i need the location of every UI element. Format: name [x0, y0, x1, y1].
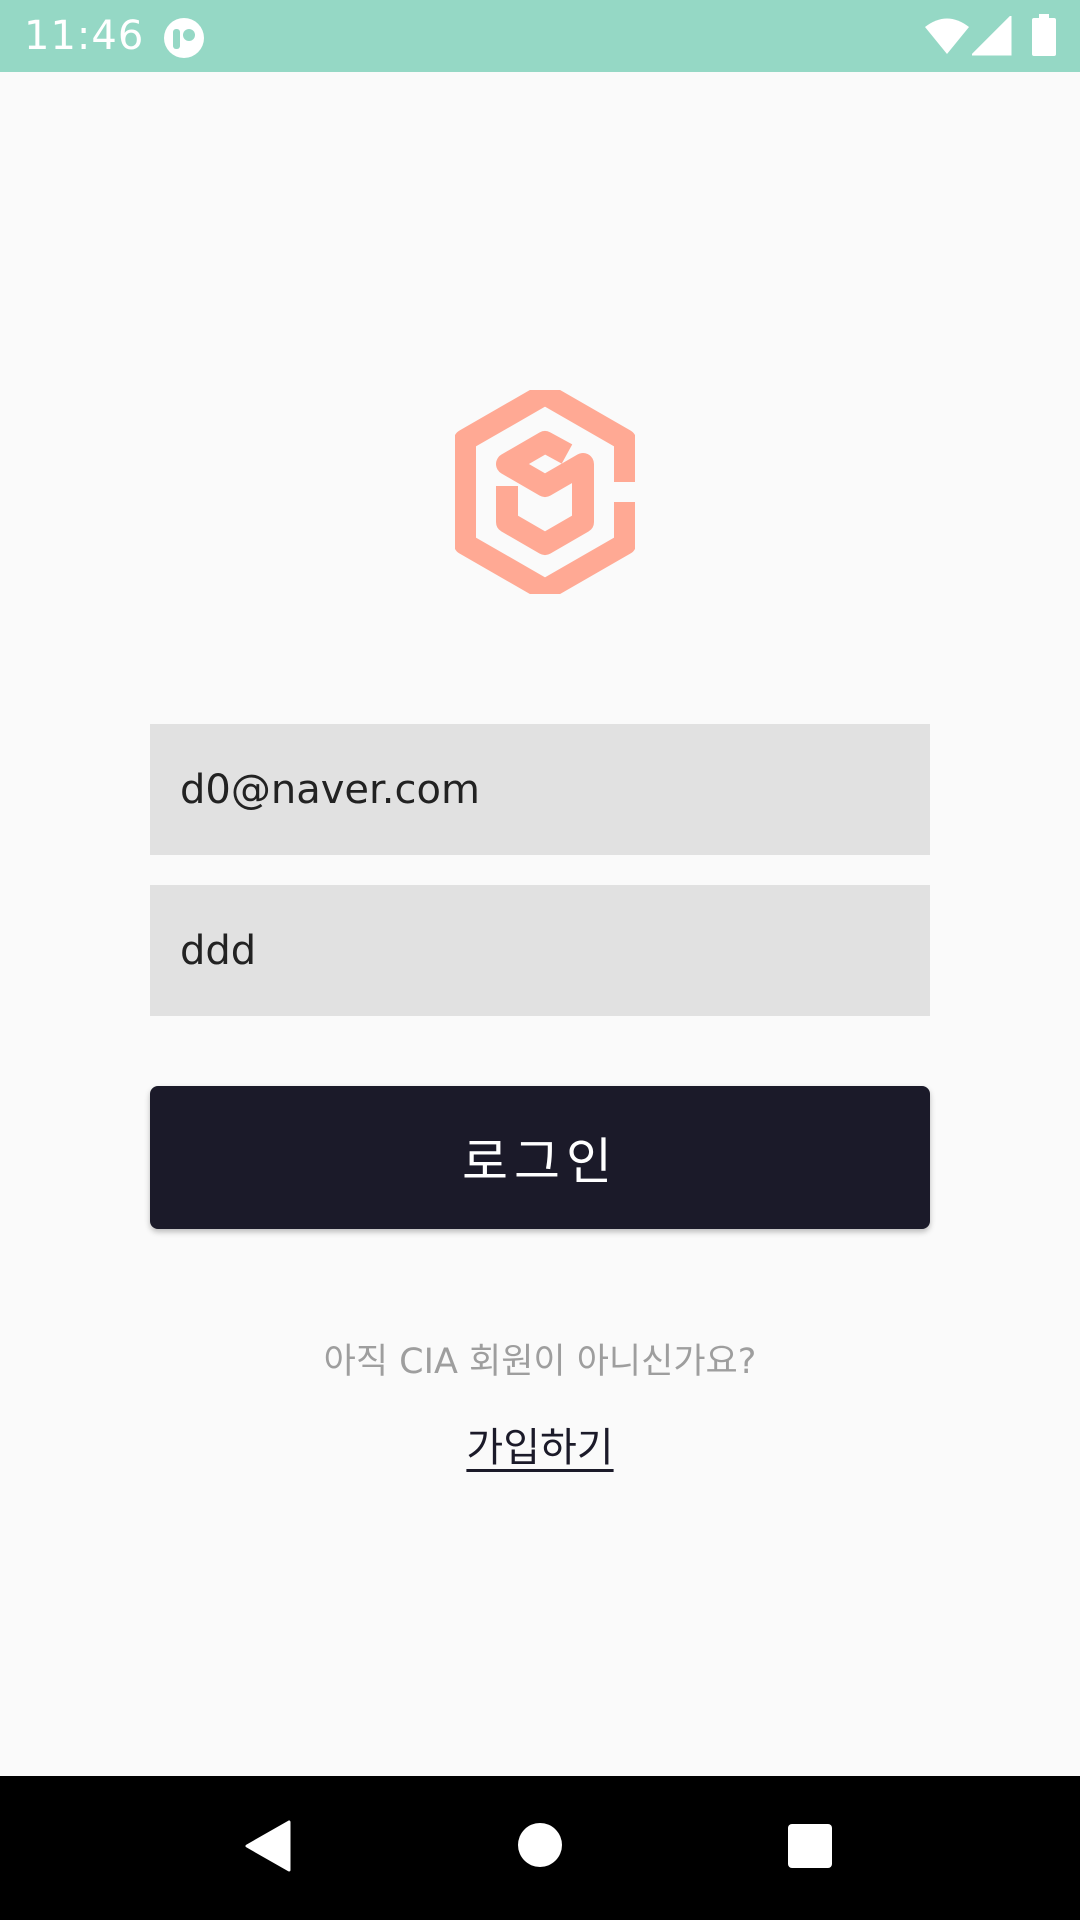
cube-logo-icon — [455, 390, 635, 594]
app-notification-icon — [164, 18, 204, 58]
email-field[interactable]: d0@naver.com — [150, 724, 930, 855]
recents-icon[interactable] — [787, 1823, 833, 1869]
back-icon[interactable] — [245, 1820, 293, 1872]
email-value: d0@naver.com — [180, 766, 480, 813]
signup-link-container: 가입하기 — [0, 1415, 1080, 1473]
login-screen: 11:46 d0@naver.com ddd 로그인 아직 CIA 회원이 아니… — [0, 0, 1080, 1920]
battery-icon — [1032, 14, 1056, 56]
home-icon[interactable] — [517, 1822, 563, 1868]
status-bar: 11:46 — [0, 0, 1080, 72]
cell-signal-icon — [972, 16, 1012, 56]
signup-link[interactable]: 가입하기 — [466, 1425, 613, 1471]
signup-prompt: 아직 CIA 회원이 아니신가요? — [323, 1342, 757, 1382]
login-button[interactable]: 로그인 — [150, 1086, 930, 1229]
navigation-bar — [0, 1776, 1080, 1920]
password-field[interactable]: ddd — [150, 885, 930, 1016]
wifi-icon — [925, 18, 969, 54]
password-value: ddd — [180, 927, 257, 974]
status-time: 11:46 — [24, 13, 145, 59]
